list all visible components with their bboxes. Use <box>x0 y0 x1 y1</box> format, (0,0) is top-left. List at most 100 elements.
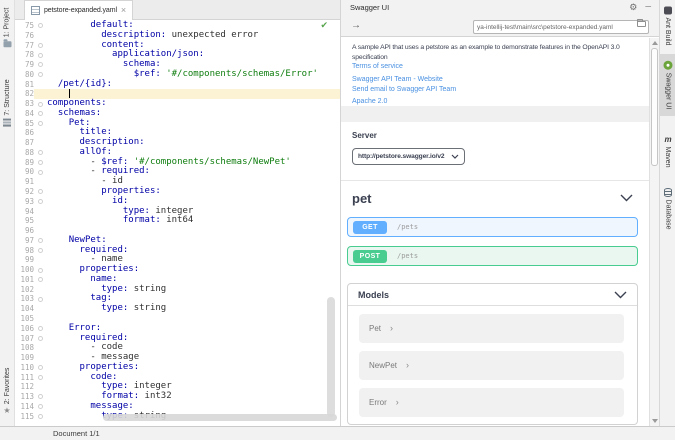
spec-path-input[interactable] <box>473 20 649 34</box>
stripe-item-maven[interactable]: mMaven <box>660 127 675 176</box>
operation-post-pets[interactable]: POST/pets <box>347 246 638 266</box>
gutter-fold-region <box>34 236 47 246</box>
gear-icon[interactable]: ⚙ <box>629 3 637 12</box>
editor-vertical-scrollbar[interactable] <box>327 297 335 417</box>
gutter-fold-region <box>34 148 47 158</box>
hide-panel-icon[interactable]: ─ <box>645 3 651 11</box>
token: format: <box>101 391 139 401</box>
token: name: <box>90 274 117 284</box>
fold-marker-icon[interactable] <box>38 394 43 399</box>
gutter-fold-region <box>34 275 47 285</box>
fold-marker-icon[interactable] <box>38 199 43 204</box>
gutter-fold-region <box>34 207 47 217</box>
link-send-email-to-swagger-api-team[interactable]: Send email to Swagger API Team <box>352 85 456 94</box>
line-number: 99 <box>15 255 34 265</box>
fold-marker-icon[interactable] <box>38 189 43 194</box>
gutter-fold-region <box>34 80 47 90</box>
server-select[interactable]: http://petstore.swagger.io/v2 <box>352 148 465 165</box>
stripe-item-database[interactable]: Database <box>660 181 675 236</box>
close-tab-icon[interactable]: × <box>121 6 126 15</box>
fold-marker-icon[interactable] <box>38 43 43 48</box>
link-terms-of-service[interactable]: Terms of service <box>352 62 456 71</box>
fold-marker-icon[interactable] <box>38 277 43 282</box>
stripe-item-structure[interactable]: 7: Structure <box>0 70 14 136</box>
models-header[interactable]: Models <box>348 284 637 306</box>
operations-list: GET/pets POST/pets <box>347 217 638 275</box>
editor-horizontal-scrollbar[interactable] <box>103 414 337 421</box>
line-number: 84 <box>15 109 34 119</box>
line-number: 82 <box>15 89 34 99</box>
fold-marker-icon[interactable] <box>38 160 43 165</box>
gutter-fold-region <box>34 70 47 80</box>
chevron-down-icon <box>620 194 633 202</box>
fold-marker-icon[interactable] <box>38 53 43 58</box>
link-swagger-api-team-website[interactable]: Swagger API Team - Website <box>352 75 456 84</box>
line-number: 104 <box>15 304 34 314</box>
code-line[interactable]: 104 type: string <box>15 304 340 314</box>
ide-window: 1: Project 7: Structure ★2: Favorites pets… <box>0 0 675 440</box>
token: properties: <box>101 186 161 196</box>
stripe-item-swagger-ui[interactable]: Swagger UI <box>660 54 675 116</box>
scroll-down-icon[interactable] <box>652 419 658 423</box>
gutter-fold-region <box>34 246 47 256</box>
scroll-thumb[interactable] <box>651 48 658 166</box>
fold-marker-icon[interactable] <box>38 336 43 341</box>
token: code: <box>90 372 117 382</box>
line-number: 76 <box>15 31 34 41</box>
chevron-right-icon: › <box>406 361 409 370</box>
code-editor[interactable]: 75 default:76 description: unexpected er… <box>15 20 340 426</box>
fold-marker-icon[interactable] <box>38 365 43 370</box>
fold-marker-icon[interactable] <box>38 23 43 28</box>
folder-icon[interactable] <box>637 21 646 27</box>
fold-marker-icon[interactable] <box>38 62 43 67</box>
line-number: 97 <box>15 236 34 246</box>
scroll-up-icon[interactable] <box>652 41 658 45</box>
editor-tab-bar: petstore-expanded.yaml × <box>15 0 340 20</box>
line-number: 115 <box>15 412 34 422</box>
fold-marker-icon[interactable] <box>38 268 43 273</box>
line-number: 83 <box>15 99 34 109</box>
fold-marker-icon[interactable] <box>38 121 43 126</box>
stripe-item-project[interactable]: 1: Project <box>0 2 14 54</box>
model-rows: Pet›NewPet›Error› <box>348 314 637 417</box>
model-pet[interactable]: Pet› <box>359 314 624 343</box>
model-newpet[interactable]: NewPet › <box>359 351 624 380</box>
line-number: 106 <box>15 324 34 334</box>
line-number: 92 <box>15 187 34 197</box>
fold-marker-icon[interactable] <box>38 248 43 253</box>
fold-marker-icon[interactable] <box>38 375 43 380</box>
fold-marker-icon[interactable] <box>38 404 43 409</box>
stripe-item-ant-build[interactable]: Ant Build <box>660 4 675 48</box>
stripe-item-favorites[interactable]: ★2: Favorites <box>0 358 14 424</box>
status-document-indicator: Document 1/1 <box>53 429 100 438</box>
model-error[interactable]: Error› <box>359 388 624 417</box>
inspections-ok-icon[interactable]: ✔ <box>320 20 328 31</box>
spec-path-wrap <box>473 16 649 35</box>
fold-marker-icon[interactable] <box>38 297 43 302</box>
tag-section-pet[interactable]: pet <box>352 187 633 209</box>
model-name: NewPet <box>369 361 397 370</box>
tab-title: petstore-expanded.yaml <box>44 7 117 14</box>
code-line[interactable]: 81 /pet/{id}: <box>15 80 340 90</box>
tab-petstore-expanded-yaml[interactable]: petstore-expanded.yaml × <box>24 0 133 20</box>
fold-marker-icon[interactable] <box>38 170 43 175</box>
chevron-right-icon: › <box>390 324 393 333</box>
stripe-item-label: Maven <box>664 146 671 167</box>
model-name: Error <box>369 398 387 407</box>
token: properties: <box>80 362 140 372</box>
line-number: 101 <box>15 275 34 285</box>
gutter-fold-region <box>34 343 47 353</box>
fold-marker-icon[interactable] <box>38 414 43 419</box>
fold-marker-icon[interactable] <box>38 111 43 116</box>
link-apache-2-0[interactable]: Apache 2.0 <box>352 97 456 106</box>
navigate-arrow-icon[interactable]: → <box>351 20 361 31</box>
editor-pane: petstore-expanded.yaml × 75 default:76 d… <box>15 0 340 426</box>
fold-marker-icon[interactable] <box>38 72 43 77</box>
operation-get-pets[interactable]: GET/pets <box>347 217 638 237</box>
fold-marker-icon[interactable] <box>38 326 43 331</box>
swagger-scrollbar[interactable] <box>649 38 659 426</box>
code-line[interactable]: 95 format: int64 <box>15 216 340 226</box>
fold-marker-icon[interactable] <box>38 238 43 243</box>
fold-marker-icon[interactable] <box>38 102 43 107</box>
fold-marker-icon[interactable] <box>38 150 43 155</box>
